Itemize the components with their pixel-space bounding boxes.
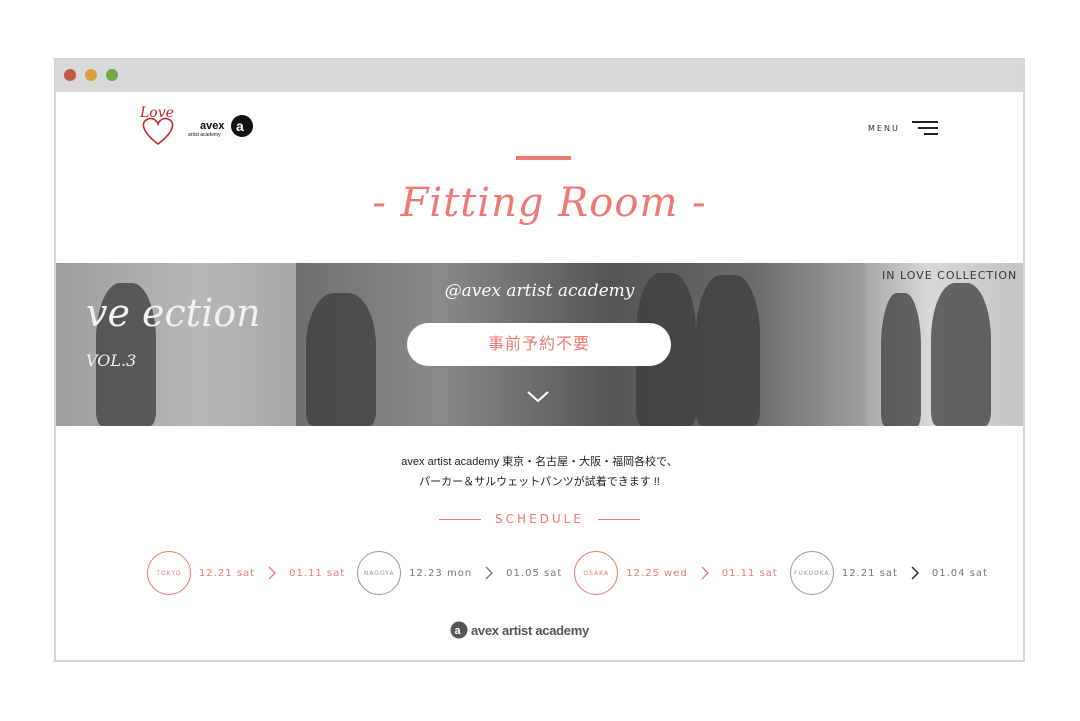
end-date: 01.04 sat bbox=[931, 567, 988, 579]
page-content: Love avex artist academy a MENU - Fittin… bbox=[56, 92, 1023, 660]
svg-text:a: a bbox=[455, 625, 462, 637]
schedule-title: SCHEDULE bbox=[495, 512, 584, 526]
svg-text:avex: avex bbox=[200, 120, 225, 132]
svg-text:artist academy: artist academy bbox=[188, 132, 221, 138]
chevron-right-icon bbox=[268, 566, 277, 580]
schedule-heading: SCHEDULE bbox=[56, 512, 1023, 526]
browser-titlebar bbox=[56, 60, 1023, 92]
schedule-list: TOKYO 12.21 sat 01.11 sat NAGOYA 12.23 m… bbox=[147, 551, 1000, 595]
love-logo[interactable]: Love bbox=[138, 102, 178, 148]
hero-figure bbox=[881, 293, 921, 426]
menu-label: MENU bbox=[868, 123, 900, 133]
schedule-item-fukuoka: FUKUOKA 12.21 sat 01.04 sat bbox=[789, 551, 988, 595]
hero-figure bbox=[306, 293, 376, 426]
hero-figure bbox=[931, 283, 991, 426]
footer-logo-text: avex artist academy bbox=[471, 622, 589, 638]
end-date: 01.11 sat bbox=[721, 567, 778, 579]
start-date: 12.23 mon bbox=[409, 567, 473, 579]
end-date: 01.05 sat bbox=[506, 567, 563, 579]
city-badge-nagoya[interactable]: NAGOYA bbox=[357, 551, 402, 595]
no-reservation-button[interactable]: 事前予約不要 bbox=[407, 323, 671, 366]
chevron-right-icon bbox=[701, 566, 709, 580]
hamburger-icon bbox=[911, 121, 938, 135]
schedule-item-nagoya: NAGOYA 12.23 mon 01.05 sat bbox=[357, 551, 562, 595]
chevron-right-icon bbox=[485, 566, 494, 580]
start-date: 12.25 wed bbox=[626, 567, 688, 579]
page-title: - Fitting Room - bbox=[372, 180, 707, 226]
title-accent-bar bbox=[516, 156, 571, 160]
svg-text:a: a bbox=[236, 118, 244, 134]
close-window-button[interactable] bbox=[64, 69, 76, 81]
schedule-item-osaka: OSAKA 12.25 wed 01.11 sat bbox=[574, 551, 778, 595]
description-line: avex artist academy 東京・名古屋・大阪・福岡各校で、 bbox=[401, 456, 678, 468]
poster-left-text: ve ection VOL.3 bbox=[86, 291, 261, 370]
maximize-window-button[interactable] bbox=[106, 69, 118, 81]
divider bbox=[439, 518, 482, 520]
minimize-window-button[interactable] bbox=[85, 69, 97, 81]
fitting-description: avex artist academy 東京・名古屋・大阪・福岡各校で、 パーカ… bbox=[56, 452, 1023, 492]
avex-a-icon: avex artist academy a bbox=[188, 115, 253, 138]
hero-subtitle: @avex artist academy bbox=[444, 281, 635, 301]
avex-logo[interactable]: avex artist academy a bbox=[186, 112, 256, 142]
end-date: 01.11 sat bbox=[289, 567, 346, 579]
browser-window: Love avex artist academy a MENU - Fittin… bbox=[54, 58, 1025, 662]
love-heart-icon: Love bbox=[139, 105, 174, 146]
divider bbox=[597, 518, 640, 520]
chevron-right-icon bbox=[911, 566, 919, 580]
start-date: 12.21 sat bbox=[841, 567, 898, 579]
start-date: 12.21 sat bbox=[199, 567, 256, 579]
description-line: パーカー＆サルウェットパンツが試着できます !! bbox=[419, 476, 660, 488]
menu-button[interactable]: MENU bbox=[868, 118, 938, 138]
footer-logo[interactable]: a avex artist academy bbox=[450, 620, 589, 640]
chevron-down-icon[interactable] bbox=[526, 389, 550, 405]
city-badge-osaka[interactable]: OSAKA bbox=[574, 551, 619, 595]
hero-banner: ve ection VOL.3 IN LOVE COLLECTION @avex… bbox=[56, 263, 1023, 426]
schedule-item-tokyo: TOKYO 12.21 sat 01.11 sat bbox=[147, 551, 345, 595]
city-badge-fukuoka[interactable]: FUKUOKA bbox=[789, 551, 834, 595]
avex-a-icon: a bbox=[450, 621, 468, 639]
city-badge-tokyo[interactable]: TOKYO bbox=[147, 551, 191, 595]
